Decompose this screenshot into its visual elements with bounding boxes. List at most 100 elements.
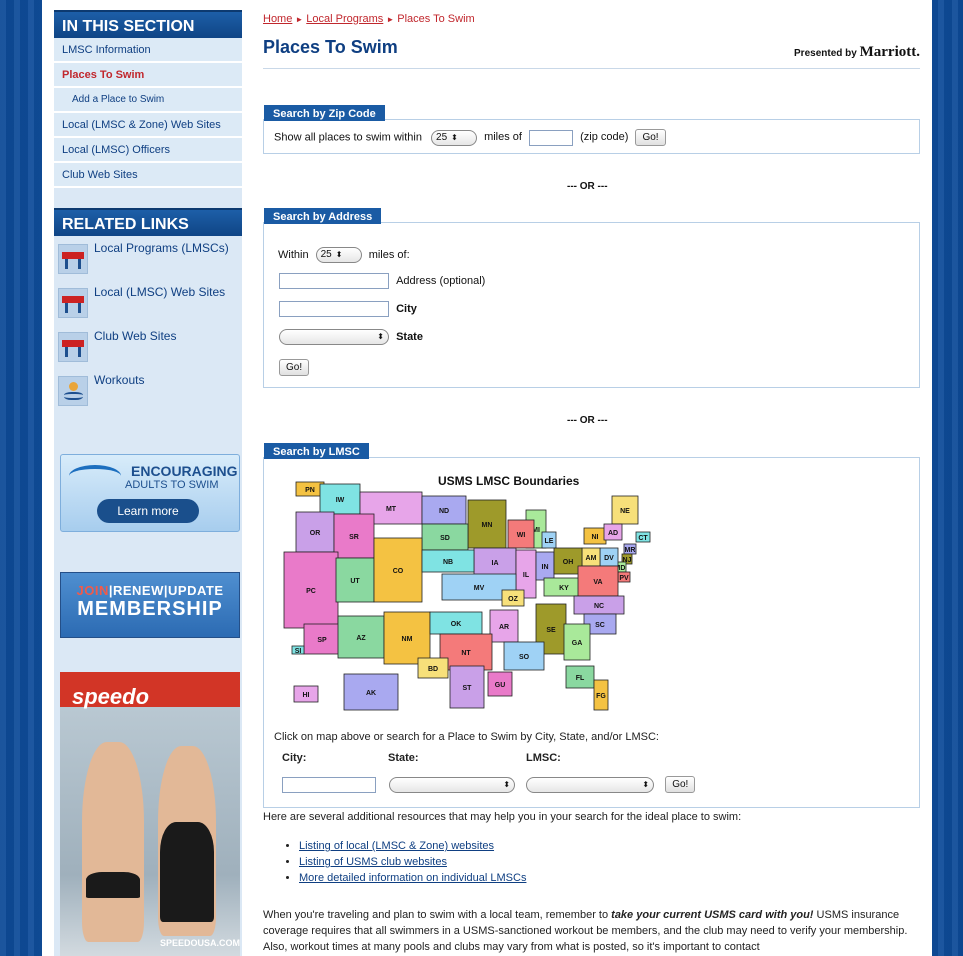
select-arrows-icon: ⬍ xyxy=(335,250,343,259)
select-arrows-icon: ⬍ xyxy=(503,779,511,789)
lmsc-region-label: DV xyxy=(604,555,614,562)
related-link-local-web-sites[interactable]: Local (LMSC) Web Sites xyxy=(54,280,242,324)
address-go-row: Go! xyxy=(279,359,310,376)
lmsc-region-label: AM xyxy=(586,555,597,562)
lmsc-region-label: UT xyxy=(350,578,360,585)
address-miles-value: 25 xyxy=(320,249,332,260)
address-go-button[interactable]: Go! xyxy=(279,359,310,376)
related-link-label: Local Programs (LMSCs) xyxy=(94,241,229,255)
lmsc-region-label: NE xyxy=(620,508,630,515)
lmsc-lmsc-select[interactable]: ⬍ xyxy=(526,776,655,793)
lmsc-region-label: AZ xyxy=(356,635,366,642)
lmsc-search-tab: Search by LMSC xyxy=(264,443,369,459)
address-miles-select[interactable]: 25 ⬍ xyxy=(315,247,362,263)
related-link-workouts[interactable]: Workouts xyxy=(54,368,242,412)
zip-search-tab: Search by Zip Code xyxy=(264,105,385,121)
banner-line2: ADULTS TO SWIM xyxy=(125,479,219,491)
sidebar-item-add-place[interactable]: Add a Place to Swim xyxy=(54,88,242,113)
presented-by-label: Presented by xyxy=(794,48,857,59)
select-arrows-icon: ⬍ xyxy=(451,132,458,142)
address-search-tab: Search by Address xyxy=(264,208,382,224)
zip-go-button[interactable]: Go! xyxy=(635,129,666,146)
lmsc-region-label: AD xyxy=(608,530,618,537)
sidebar-item-local-web-sites[interactable]: Local (LMSC & Zone) Web Sites xyxy=(54,113,242,138)
lmsc-region-label: MR xyxy=(625,547,636,554)
lmsc-region-label: LE xyxy=(545,538,554,545)
sidebar-item-club-web-sites[interactable]: Club Web Sites xyxy=(54,163,242,188)
related-link-label: Local (LMSC) Web Sites xyxy=(94,285,226,299)
lmsc-city-input[interactable] xyxy=(282,776,376,793)
lmsc-region-label: ST xyxy=(463,685,473,692)
travel-note: When you're traveling and plan to swim w… xyxy=(263,907,920,955)
lmsc-region-label: MN xyxy=(482,522,493,529)
related-links-heading: RELATED LINKS xyxy=(54,208,242,236)
lmsc-region-label: VA xyxy=(593,579,602,586)
lmsc-region-label: GU xyxy=(495,682,506,689)
lmsc-region-label: SI xyxy=(295,648,302,655)
speedo-logo: speedo xyxy=(72,684,150,709)
zip-label-before: Show all places to swim within xyxy=(274,131,422,144)
learn-more-button[interactable]: Learn more xyxy=(97,499,199,523)
related-link-label: Club Web Sites xyxy=(94,329,177,343)
membership-banner[interactable]: JOIN|RENEW|UPDATE MEMBERSHIP xyxy=(60,572,240,638)
encouraging-adults-banner[interactable]: ENCOURAGING ADULTS TO SWIM Learn more xyxy=(60,454,240,532)
zip-code-input[interactable] xyxy=(529,129,574,146)
within-label: Within xyxy=(278,248,309,261)
state-label: State xyxy=(396,330,423,343)
lmsc-region-label: AK xyxy=(366,690,376,697)
zip-miles-value: 25 xyxy=(436,131,448,143)
lmsc-region-label: IN xyxy=(542,564,549,571)
state-select[interactable]: ⬍ xyxy=(279,329,389,345)
lmsc-region-label: NI xyxy=(592,534,599,541)
swimmer-wave-icon xyxy=(69,465,121,487)
speedo-url: SPEEDOUSA.COM xyxy=(160,938,240,948)
resource-link-lmsc-info[interactable]: More detailed information on individual … xyxy=(299,872,526,884)
lmsc-filter-labels: City: xyxy=(282,752,306,764)
select-arrows-icon: ⬍ xyxy=(377,332,384,341)
lmsc-boundaries-map[interactable]: PNIWMT NDMNMIWILENEORSR SD NI CTADMRNJMDPVDV… xyxy=(274,474,654,714)
lmsc-region-label: HI xyxy=(303,692,310,699)
lifeguard-stand-icon xyxy=(58,244,88,274)
swimmer-icon xyxy=(58,376,88,406)
related-links: RELATED LINKS Local Programs (LMSCs) Loc… xyxy=(54,208,242,412)
lmsc-state-select[interactable]: ⬍ xyxy=(389,776,516,793)
lmsc-region-label: FL xyxy=(576,675,585,682)
lmsc-region-label: SE xyxy=(546,627,556,634)
lmsc-search-panel: Search by LMSC USMS LMSC Boundaries PN IW… xyxy=(263,443,920,808)
breadcrumb: Home ► Local Programs ► Places To Swim xyxy=(263,13,475,25)
sidebar: IN THIS SECTION LMSC Information Places … xyxy=(54,10,242,956)
breadcrumb-local-programs[interactable]: Local Programs xyxy=(306,13,383,25)
lmsc-region-label: MT xyxy=(386,506,397,513)
lmsc-region-label: NM xyxy=(402,636,413,643)
lmsc-go-button[interactable]: Go! xyxy=(665,776,696,793)
city-input[interactable] xyxy=(279,301,389,317)
lmsc-region-label: NB xyxy=(443,559,453,566)
lmsc-region-label: NC xyxy=(594,603,604,610)
lmsc-region-label: GA xyxy=(572,640,583,647)
breadcrumb-home[interactable]: Home xyxy=(263,13,292,25)
related-link-club-web-sites[interactable]: Club Web Sites xyxy=(54,324,242,368)
lmsc-region-label: CO xyxy=(393,568,404,575)
speedo-ad[interactable]: speedo SPEEDOUSA.COM xyxy=(60,672,240,956)
zip-label-after: (zip code) xyxy=(580,131,629,144)
resource-link-club-websites[interactable]: Listing of USMS club websites xyxy=(299,856,447,868)
address-input[interactable] xyxy=(279,273,389,289)
lmsc-region-label: SO xyxy=(519,654,530,661)
lmsc-region-label: MV xyxy=(474,585,485,592)
related-link-local-programs[interactable]: Local Programs (LMSCs) xyxy=(54,236,242,280)
join-label: JOIN xyxy=(76,583,109,598)
sidebar-item-lmsc-information[interactable]: LMSC Information xyxy=(54,38,242,63)
zip-miles-select[interactable]: 25 ⬍ xyxy=(431,129,478,146)
sidebar-item-places-to-swim[interactable]: Places To Swim xyxy=(54,63,242,88)
resource-link-local-websites[interactable]: Listing of local (LMSC & Zone) websites xyxy=(299,840,494,852)
address-label: Address (optional) xyxy=(396,274,486,287)
breadcrumb-current: Places To Swim xyxy=(397,13,475,25)
sidebar-item-local-officers[interactable]: Local (LMSC) Officers xyxy=(54,138,242,163)
city-label: City xyxy=(396,302,417,315)
lmsc-region-label: PN xyxy=(305,487,315,494)
lmsc-region-label: IA xyxy=(492,560,499,567)
presented-by: Presented by Marriott. xyxy=(794,44,920,61)
breadcrumb-sep: ► xyxy=(295,15,304,24)
lmsc-region-label: ND xyxy=(439,508,449,515)
page-title: Places To Swim xyxy=(263,37,398,57)
